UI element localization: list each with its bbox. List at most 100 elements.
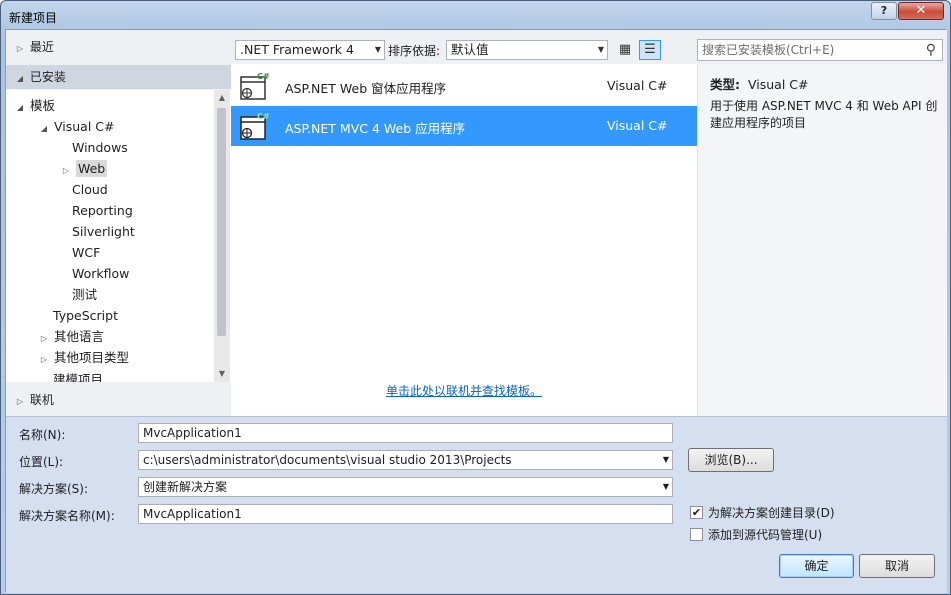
expand-arrow-icon: ▷ — [40, 355, 48, 364]
framework-select[interactable]: .NET Framework 4 ▼ — [235, 40, 385, 60]
type-label: 类型: — [710, 77, 740, 92]
solution-name-value: MvcApplication1 — [143, 507, 242, 521]
tree-node-wcf[interactable]: WCF — [72, 243, 100, 263]
template-toolbar: .NET Framework 4 ▼ 排序依据: 默认值 ▼ ▦ ☰ 搜索已安装… — [231, 30, 947, 64]
dropdown-arrow-icon: ▼ — [597, 45, 604, 54]
recent-label: 最近 — [29, 40, 54, 54]
tree-node-label: 其他语言 — [53, 329, 104, 344]
tree-node-label: 建模项目 — [53, 372, 104, 382]
template-tree: ◢ 模板 ◢ Visual C# Windows ▷ Web Cloud Rep… — [6, 90, 231, 382]
description-type: 类型: Visual C# — [710, 74, 809, 93]
tree-node-label: 测试 — [72, 287, 98, 302]
template-name: ASP.NET MVC 4 Web 应用程序 — [285, 121, 466, 136]
name-label: 名称(N): — [19, 428, 66, 442]
expand-arrow-icon: ▷ — [62, 166, 70, 175]
tree-node-web[interactable]: ▷ Web — [60, 159, 108, 179]
tree-node-workflow[interactable]: Workflow — [72, 264, 129, 284]
search-icon[interactable]: ⚲ — [926, 40, 936, 60]
solution-select[interactable]: 创建新解决方案 ▼ — [138, 477, 673, 497]
ok-button[interactable]: 确定 — [779, 554, 854, 578]
list-view-icon[interactable]: ☰ — [639, 40, 661, 60]
location-value: c:\users\administrator\documents\visual … — [143, 453, 512, 467]
scroll-thumb[interactable] — [217, 108, 226, 336]
location-label: 位置(L): — [19, 455, 64, 469]
type-value: Visual C# — [748, 77, 809, 92]
tree-node-other-languages[interactable]: ▷ 其他语言 — [38, 327, 104, 347]
name-field[interactable]: MvcApplication1 — [138, 423, 673, 443]
tree-node-label: Workflow — [72, 266, 130, 281]
solution-value: 创建新解决方案 — [143, 480, 228, 494]
collapse-arrow-icon: ◢ — [40, 124, 48, 133]
tree-node-label: Cloud — [72, 182, 108, 197]
template-language: Visual C# — [607, 78, 668, 93]
web-project-icon: C# — [240, 72, 269, 100]
grid-view-icon[interactable]: ▦ — [616, 41, 634, 59]
scroll-up-icon[interactable]: ▲ — [214, 90, 230, 106]
sort-select[interactable]: 默认值 ▼ — [446, 40, 608, 60]
project-settings-form: 名称(N): MvcApplication1 位置(L): c:\users\a… — [6, 416, 947, 593]
tree-node-label: Silverlight — [72, 224, 135, 239]
tree-node-modeling[interactable]: 建模项目 — [53, 370, 103, 382]
web-project-icon: C# — [240, 112, 269, 140]
add-source-control-label: 添加到源代码管理(U) — [708, 528, 823, 542]
create-directory-checkbox[interactable]: ✔ — [690, 506, 703, 519]
tree-node-silverlight[interactable]: Silverlight — [72, 222, 135, 242]
tree-node-visual-csharp[interactable]: ◢ Visual C# — [38, 117, 115, 137]
tree-node-reporting[interactable]: Reporting — [72, 201, 133, 221]
location-combo[interactable]: c:\users\administrator\documents\visual … — [138, 450, 673, 470]
tree-node-other-project-types[interactable]: ▷ 其他项目类型 — [38, 348, 129, 368]
online-label: 联机 — [29, 393, 54, 407]
tree-section-online[interactable]: ▷ 联机 — [6, 388, 231, 412]
tree-node-windows[interactable]: Windows — [72, 138, 128, 158]
tree-footer: ▷ 联机 — [6, 382, 231, 416]
sort-value: 默认值 — [451, 42, 489, 57]
dropdown-arrow-icon[interactable]: ▼ — [663, 478, 669, 496]
sort-label: 排序依据: — [388, 44, 441, 58]
collapse-arrow-icon: ◢ — [16, 103, 24, 112]
tree-node-label: Visual C# — [53, 119, 115, 134]
browse-button[interactable]: 浏览(B)... — [688, 448, 774, 472]
tree-section-recent[interactable]: ▷ 最近 — [6, 35, 231, 59]
dropdown-arrow-icon[interactable]: ▼ — [663, 451, 669, 469]
expand-arrow-icon: ▷ — [16, 397, 24, 406]
close-button[interactable]: ✕ — [898, 2, 944, 20]
tree-node-typescript[interactable]: TypeScript — [53, 306, 118, 326]
template-name: ASP.NET Web 窗体应用程序 — [285, 81, 447, 96]
template-item-selected[interactable]: C# ASP.NET MVC 4 Web 应用程序 Visual C# — [231, 106, 697, 146]
collapse-arrow-icon: ◢ — [16, 74, 24, 83]
tree-node-label: WCF — [72, 245, 101, 260]
tree-node-label: 其他项目类型 — [53, 350, 129, 365]
tree-node-label: Reporting — [72, 203, 133, 218]
dialog-body: ▷ 最近 ◢ 已安装 ◢ 模板 ◢ Visual C# Windows ▷ We… — [5, 29, 947, 593]
help-button[interactable]: ? — [871, 2, 897, 20]
tree-section-installed[interactable]: ◢ 已安装 — [6, 65, 231, 89]
solution-name-field[interactable]: MvcApplication1 — [138, 504, 673, 524]
installed-label: 已安装 — [29, 70, 66, 84]
dropdown-arrow-icon: ▼ — [374, 45, 381, 54]
new-project-dialog: 新建项目 ? ✕ ▷ 最近 ◢ 已安装 ◢ 模板 ◢ Visual C# Win… — [0, 0, 951, 595]
template-list: C# ASP.NET Web 窗体应用程序 Visual C# C# ASP.N… — [231, 64, 697, 416]
dialog-title: 新建项目 — [9, 11, 58, 25]
search-input[interactable]: 搜索已安装模板(Ctrl+E) ⚲ — [697, 39, 943, 61]
add-source-control-checkbox[interactable] — [690, 528, 703, 541]
cancel-button[interactable]: 取消 — [859, 554, 935, 578]
tree-node-label: 模板 — [29, 98, 55, 113]
tree-node-label: TypeScript — [53, 308, 118, 323]
expand-arrow-icon: ▷ — [16, 44, 24, 53]
tree-node-cloud[interactable]: Cloud — [72, 180, 108, 200]
tree-node-test[interactable]: 测试 — [72, 285, 97, 305]
template-item[interactable]: C# ASP.NET Web 窗体应用程序 Visual C# — [231, 66, 697, 106]
framework-value: .NET Framework 4 — [240, 42, 354, 57]
svg-text:C#: C# — [257, 72, 269, 81]
svg-text:C#: C# — [257, 112, 269, 121]
solution-label: 解决方案(S): — [19, 482, 89, 496]
search-placeholder: 搜索已安装模板(Ctrl+E) — [702, 43, 835, 57]
online-templates-link[interactable]: 单击此处以联机并查找模板。 — [386, 382, 542, 399]
tree-node-templates[interactable]: ◢ 模板 — [14, 96, 55, 116]
solution-name-label: 解决方案名称(M): — [19, 509, 115, 523]
scroll-down-icon[interactable]: ▼ — [214, 366, 230, 382]
tree-scrollbar[interactable]: ▲ ▼ — [214, 90, 230, 382]
tree-node-label: Web — [75, 160, 108, 177]
template-language: Visual C# — [607, 118, 668, 133]
expand-arrow-icon: ▷ — [40, 334, 48, 343]
